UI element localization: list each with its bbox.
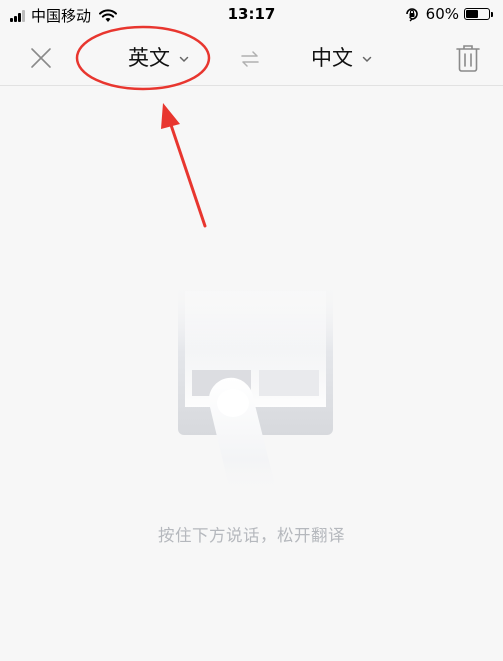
target-language-label: 中文 bbox=[311, 46, 353, 70]
annotation-arrow bbox=[161, 103, 207, 228]
source-language-selector[interactable]: 英文 bbox=[128, 42, 190, 72]
swap-arrows-icon[interactable] bbox=[239, 50, 261, 68]
chevron-down-icon bbox=[179, 56, 189, 63]
chevron-down-icon bbox=[362, 56, 372, 63]
status-bar: 中国移动 13:17 60% bbox=[0, 0, 503, 30]
trash-icon[interactable] bbox=[455, 43, 481, 73]
battery-cap bbox=[491, 11, 493, 17]
translator-toolbar: 英文 中文 bbox=[0, 30, 503, 86]
source-language-label: 英文 bbox=[128, 46, 170, 70]
orientation-lock-icon bbox=[405, 8, 418, 22]
battery-icon bbox=[464, 8, 490, 20]
battery-percent: 60% bbox=[425, 5, 459, 23]
close-icon[interactable] bbox=[27, 44, 55, 72]
press-to-talk-illustration bbox=[178, 285, 333, 495]
target-language-selector[interactable]: 中文 bbox=[311, 42, 373, 72]
hint-text: 按住下方说话，松开翻译 bbox=[158, 526, 345, 545]
status-right: 60% bbox=[404, 5, 493, 23]
